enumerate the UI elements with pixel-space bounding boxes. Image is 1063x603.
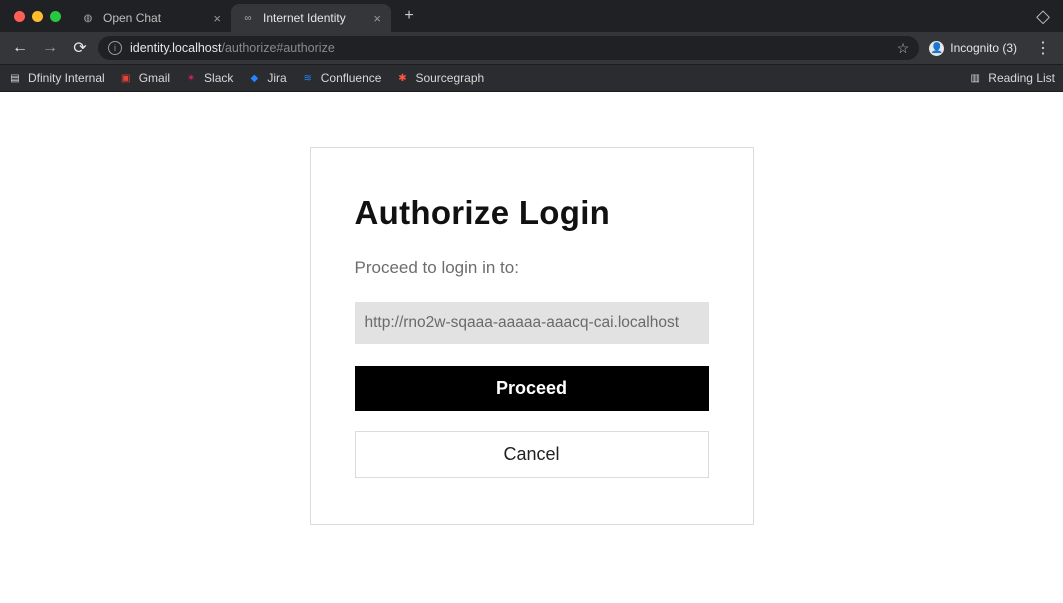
tab-internet-identity[interactable]: ∞ Internet Identity × <box>231 4 391 32</box>
bookmark-slack[interactable]: ✶ Slack <box>184 71 233 85</box>
site-info-icon[interactable]: i <box>108 41 122 55</box>
reading-list-label: Reading List <box>988 71 1055 85</box>
bookmark-label: Slack <box>204 71 233 85</box>
bookmark-label: Sourcegraph <box>415 71 484 85</box>
gmail-icon: ▣ <box>119 71 133 85</box>
bookmark-label: Jira <box>267 71 286 85</box>
tab-strip: ◍ Open Chat × ∞ Internet Identity × + ◇ <box>0 0 1063 32</box>
slack-icon: ✶ <box>184 71 198 85</box>
globe-icon: ◍ <box>81 11 95 25</box>
forward-button[interactable]: → <box>38 36 62 60</box>
bookmark-label: Dfinity Internal <box>28 71 105 85</box>
address-bar[interactable]: i identity.localhost/authorize#authorize… <box>98 36 919 60</box>
folder-icon: ▤ <box>8 71 22 85</box>
url-text: identity.localhost/authorize#authorize <box>130 41 335 55</box>
bookmark-sourcegraph[interactable]: ✱ Sourcegraph <box>395 71 484 85</box>
incognito-icon: 👤 <box>929 41 944 56</box>
bookmark-jira[interactable]: ◆ Jira <box>247 71 286 85</box>
page-content: Authorize Login Proceed to login in to: … <box>0 92 1063 603</box>
bookmark-dfinity-internal[interactable]: ▤ Dfinity Internal <box>8 71 105 85</box>
jira-icon: ◆ <box>247 71 261 85</box>
bookmark-label: Confluence <box>321 71 382 85</box>
target-url-display: http://rno2w-sqaaa-aaaaa-aaacq-cai.local… <box>355 302 709 344</box>
toolbar: ← → ⟳ i identity.localhost/authorize#aut… <box>0 32 1063 64</box>
bookmark-gmail[interactable]: ▣ Gmail <box>119 71 170 85</box>
new-tab-button[interactable]: + <box>397 4 421 28</box>
reading-list-icon: ▥ <box>968 71 982 85</box>
tab-open-chat[interactable]: ◍ Open Chat × <box>71 4 231 32</box>
proceed-button[interactable]: Proceed <box>355 366 709 411</box>
close-tab-icon[interactable]: × <box>373 12 381 25</box>
profile-chip[interactable]: 👤 Incognito (3) <box>925 39 1025 58</box>
page-title: Authorize Login <box>355 194 709 232</box>
back-button[interactable]: ← <box>8 36 32 60</box>
maximize-window-button[interactable] <box>50 11 61 22</box>
window-controls <box>8 11 71 22</box>
menu-button[interactable]: ⋮ <box>1031 36 1055 60</box>
tab-title: Open Chat <box>103 11 205 25</box>
reading-list-button[interactable]: ▥ Reading List <box>968 71 1055 85</box>
reload-button[interactable]: ⟳ <box>68 36 92 60</box>
infinity-icon: ∞ <box>241 11 255 25</box>
bookmark-star-icon[interactable]: ☆ <box>897 40 910 57</box>
close-tab-icon[interactable]: × <box>213 12 221 25</box>
url-path: /authorize#authorize <box>222 41 335 55</box>
authorize-card: Authorize Login Proceed to login in to: … <box>310 147 754 525</box>
bookmarks-bar: ▤ Dfinity Internal ▣ Gmail ✶ Slack ◆ Jir… <box>0 64 1063 92</box>
expand-window-icon[interactable]: ◇ <box>1029 2 1057 30</box>
profile-label: Incognito (3) <box>950 41 1017 55</box>
bookmark-label: Gmail <box>139 71 170 85</box>
confluence-icon: ≋ <box>301 71 315 85</box>
browser-chrome: ◍ Open Chat × ∞ Internet Identity × + ◇ … <box>0 0 1063 92</box>
bookmark-confluence[interactable]: ≋ Confluence <box>301 71 382 85</box>
close-window-button[interactable] <box>14 11 25 22</box>
url-host: identity.localhost <box>130 41 222 55</box>
tab-title: Internet Identity <box>263 11 365 25</box>
sourcegraph-icon: ✱ <box>395 71 409 85</box>
subtitle-text: Proceed to login in to: <box>355 258 709 278</box>
cancel-button[interactable]: Cancel <box>355 431 709 478</box>
minimize-window-button[interactable] <box>32 11 43 22</box>
